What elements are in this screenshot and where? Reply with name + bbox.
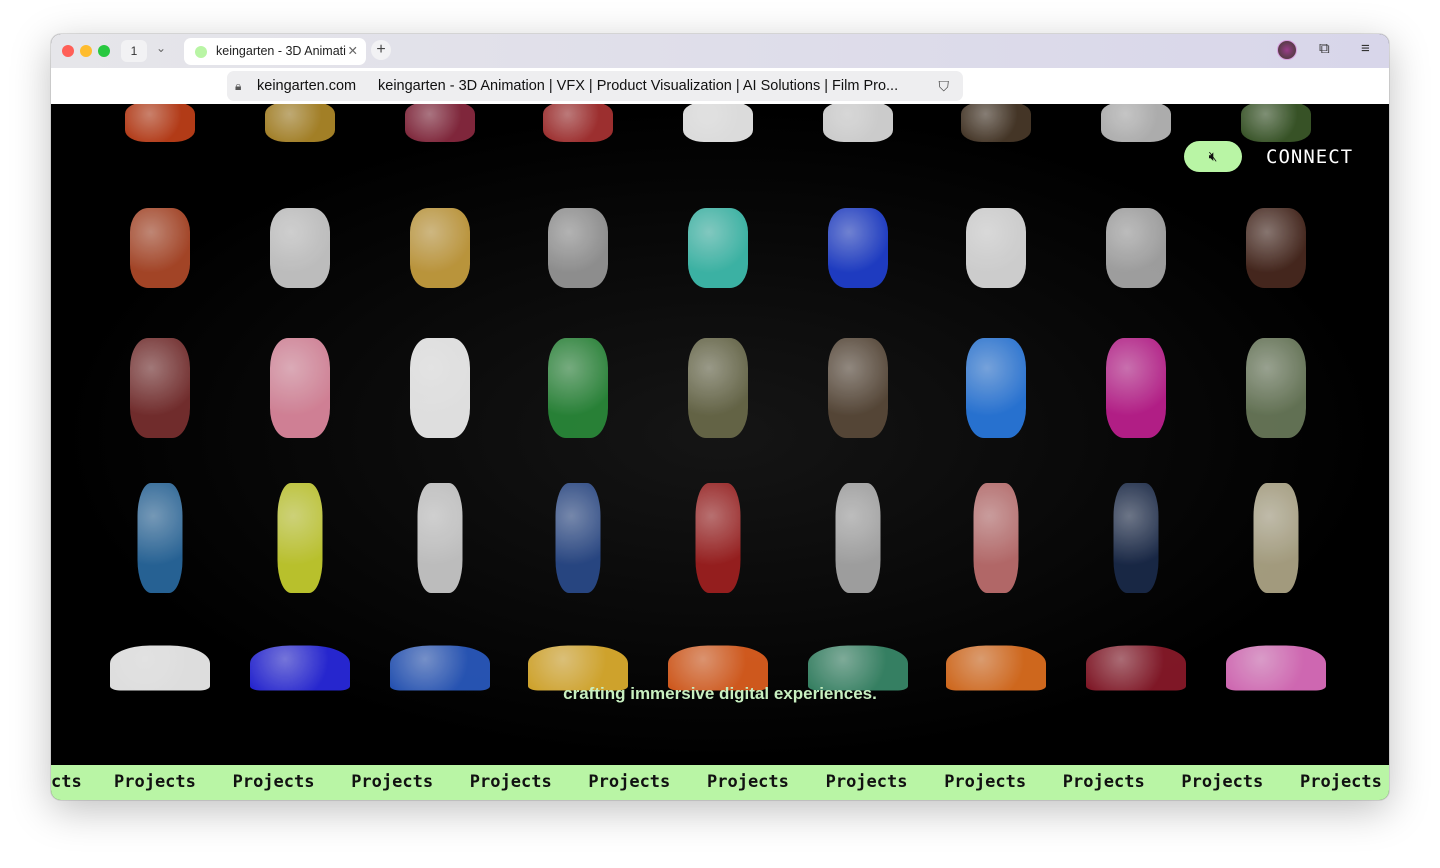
goggles-icon[interactable] bbox=[828, 208, 888, 288]
address-bar-row: 🔒︎ keingarten.com keingarten - 3D Animat… bbox=[51, 68, 1389, 104]
marquee-item-projects[interactable]: Projects bbox=[1300, 765, 1382, 800]
hoodie-icon[interactable] bbox=[548, 338, 608, 438]
address-bar[interactable]: 🔒︎ keingarten.com keingarten - 3D Animat… bbox=[227, 71, 963, 101]
trophy-icon[interactable] bbox=[270, 208, 330, 288]
visor-icon[interactable] bbox=[688, 208, 748, 288]
bag-icon[interactable] bbox=[1246, 208, 1306, 288]
cap-icon[interactable] bbox=[683, 104, 753, 142]
helmet-icon[interactable] bbox=[265, 104, 335, 142]
marquee-item-projects[interactable]: Projects bbox=[1063, 765, 1145, 800]
marquee-partial[interactable]: cts bbox=[51, 765, 82, 800]
beanie-icon[interactable] bbox=[405, 104, 475, 142]
marquee-item-projects[interactable]: Projects bbox=[470, 765, 552, 800]
shirt-icon[interactable] bbox=[966, 338, 1026, 438]
jacket-icon[interactable] bbox=[828, 338, 888, 438]
jeans-icon[interactable] bbox=[555, 483, 601, 593]
menu-icon[interactable]: ≡ bbox=[1361, 40, 1370, 57]
bookmark-icon[interactable]: ⛉ bbox=[939, 71, 950, 101]
marquee-item-projects[interactable]: Projects bbox=[707, 765, 789, 800]
shorts-icon[interactable] bbox=[277, 483, 323, 593]
football-helmet-icon[interactable] bbox=[543, 104, 613, 142]
speaker-muted-icon: 🔇︎ bbox=[1208, 148, 1218, 164]
pants-icon[interactable] bbox=[1253, 483, 1299, 593]
browser-window: 1 ⌄ keingarten - 3D Animati ✕ + ⧉ ≡ 🔒︎ k… bbox=[51, 34, 1389, 800]
puffer-icon[interactable] bbox=[1106, 338, 1166, 438]
marquee-item-projects[interactable]: Projects bbox=[114, 765, 196, 800]
marquee-item-projects[interactable]: Projects bbox=[1181, 765, 1263, 800]
pants-icon[interactable] bbox=[417, 483, 463, 593]
tab-bar: 1 ⌄ keingarten - 3D Animati ✕ + ⧉ ≡ bbox=[51, 34, 1389, 68]
jacket-icon[interactable] bbox=[1246, 338, 1306, 438]
close-tab-icon[interactable]: ✕ bbox=[348, 38, 358, 65]
pants-icon[interactable] bbox=[695, 483, 741, 593]
close-window-button[interactable] bbox=[62, 45, 74, 57]
shirt-icon[interactable] bbox=[688, 338, 748, 438]
caption-text: crafting immersive digital experiences. bbox=[563, 684, 877, 703]
marquee-item-projects[interactable]: Projects bbox=[826, 765, 908, 800]
shorts-icon[interactable] bbox=[973, 483, 1019, 593]
pants-icon[interactable] bbox=[137, 483, 183, 593]
bucket-hat-icon[interactable] bbox=[961, 104, 1031, 142]
maximize-window-button[interactable] bbox=[98, 45, 110, 57]
tab-title: keingarten - 3D Animati bbox=[216, 44, 346, 58]
profile-avatar[interactable] bbox=[1277, 40, 1297, 60]
projects-marquee[interactable]: cts Projects Projects Projects Projects Proj… bbox=[51, 765, 1389, 800]
marquee-item-projects[interactable]: Projects bbox=[233, 765, 315, 800]
url-domain: keingarten.com bbox=[257, 78, 357, 94]
tab-count-button[interactable]: 1 bbox=[121, 40, 147, 62]
pants-icon[interactable] bbox=[835, 483, 881, 593]
bookmarks-icon[interactable]: ⧉ bbox=[1319, 40, 1330, 57]
marquee-item-projects[interactable]: Projects bbox=[588, 765, 670, 800]
connect-link[interactable]: CONNECT bbox=[1266, 146, 1353, 168]
helmet-icon[interactable] bbox=[1101, 104, 1171, 142]
hood-icon[interactable] bbox=[1241, 104, 1311, 142]
coat-icon[interactable] bbox=[130, 338, 190, 438]
jeans-icon[interactable] bbox=[1113, 483, 1159, 593]
chain-icon[interactable] bbox=[410, 208, 470, 288]
minimize-window-button[interactable] bbox=[80, 45, 92, 57]
jersey-icon[interactable] bbox=[270, 338, 330, 438]
chevron-down-icon[interactable]: ⌄ bbox=[156, 41, 166, 55]
tab-active[interactable]: keingarten - 3D Animati ✕ bbox=[184, 38, 366, 65]
page-title: keingarten - 3D Animation | VFX | Produc… bbox=[378, 78, 899, 94]
new-tab-button[interactable]: + bbox=[371, 40, 391, 60]
helmet-icon[interactable] bbox=[823, 104, 893, 142]
gloves-icon[interactable] bbox=[130, 208, 190, 288]
beanie-icon[interactable] bbox=[125, 104, 195, 142]
lock-icon: 🔒︎ bbox=[235, 79, 242, 93]
blazer-icon[interactable] bbox=[410, 338, 470, 438]
favicon-icon bbox=[195, 46, 207, 58]
scarf-icon[interactable] bbox=[966, 208, 1026, 288]
marquee-item-projects[interactable]: Projects bbox=[944, 765, 1026, 800]
glasses-icon[interactable] bbox=[548, 208, 608, 288]
marquee-item-projects[interactable]: Projects bbox=[351, 765, 433, 800]
watch-icon[interactable] bbox=[1106, 208, 1166, 288]
mute-button[interactable]: 🔇︎ bbox=[1184, 141, 1242, 172]
product-grid-page: 🔇︎ CONNECT crafting immersive digital ex… bbox=[51, 104, 1389, 765]
